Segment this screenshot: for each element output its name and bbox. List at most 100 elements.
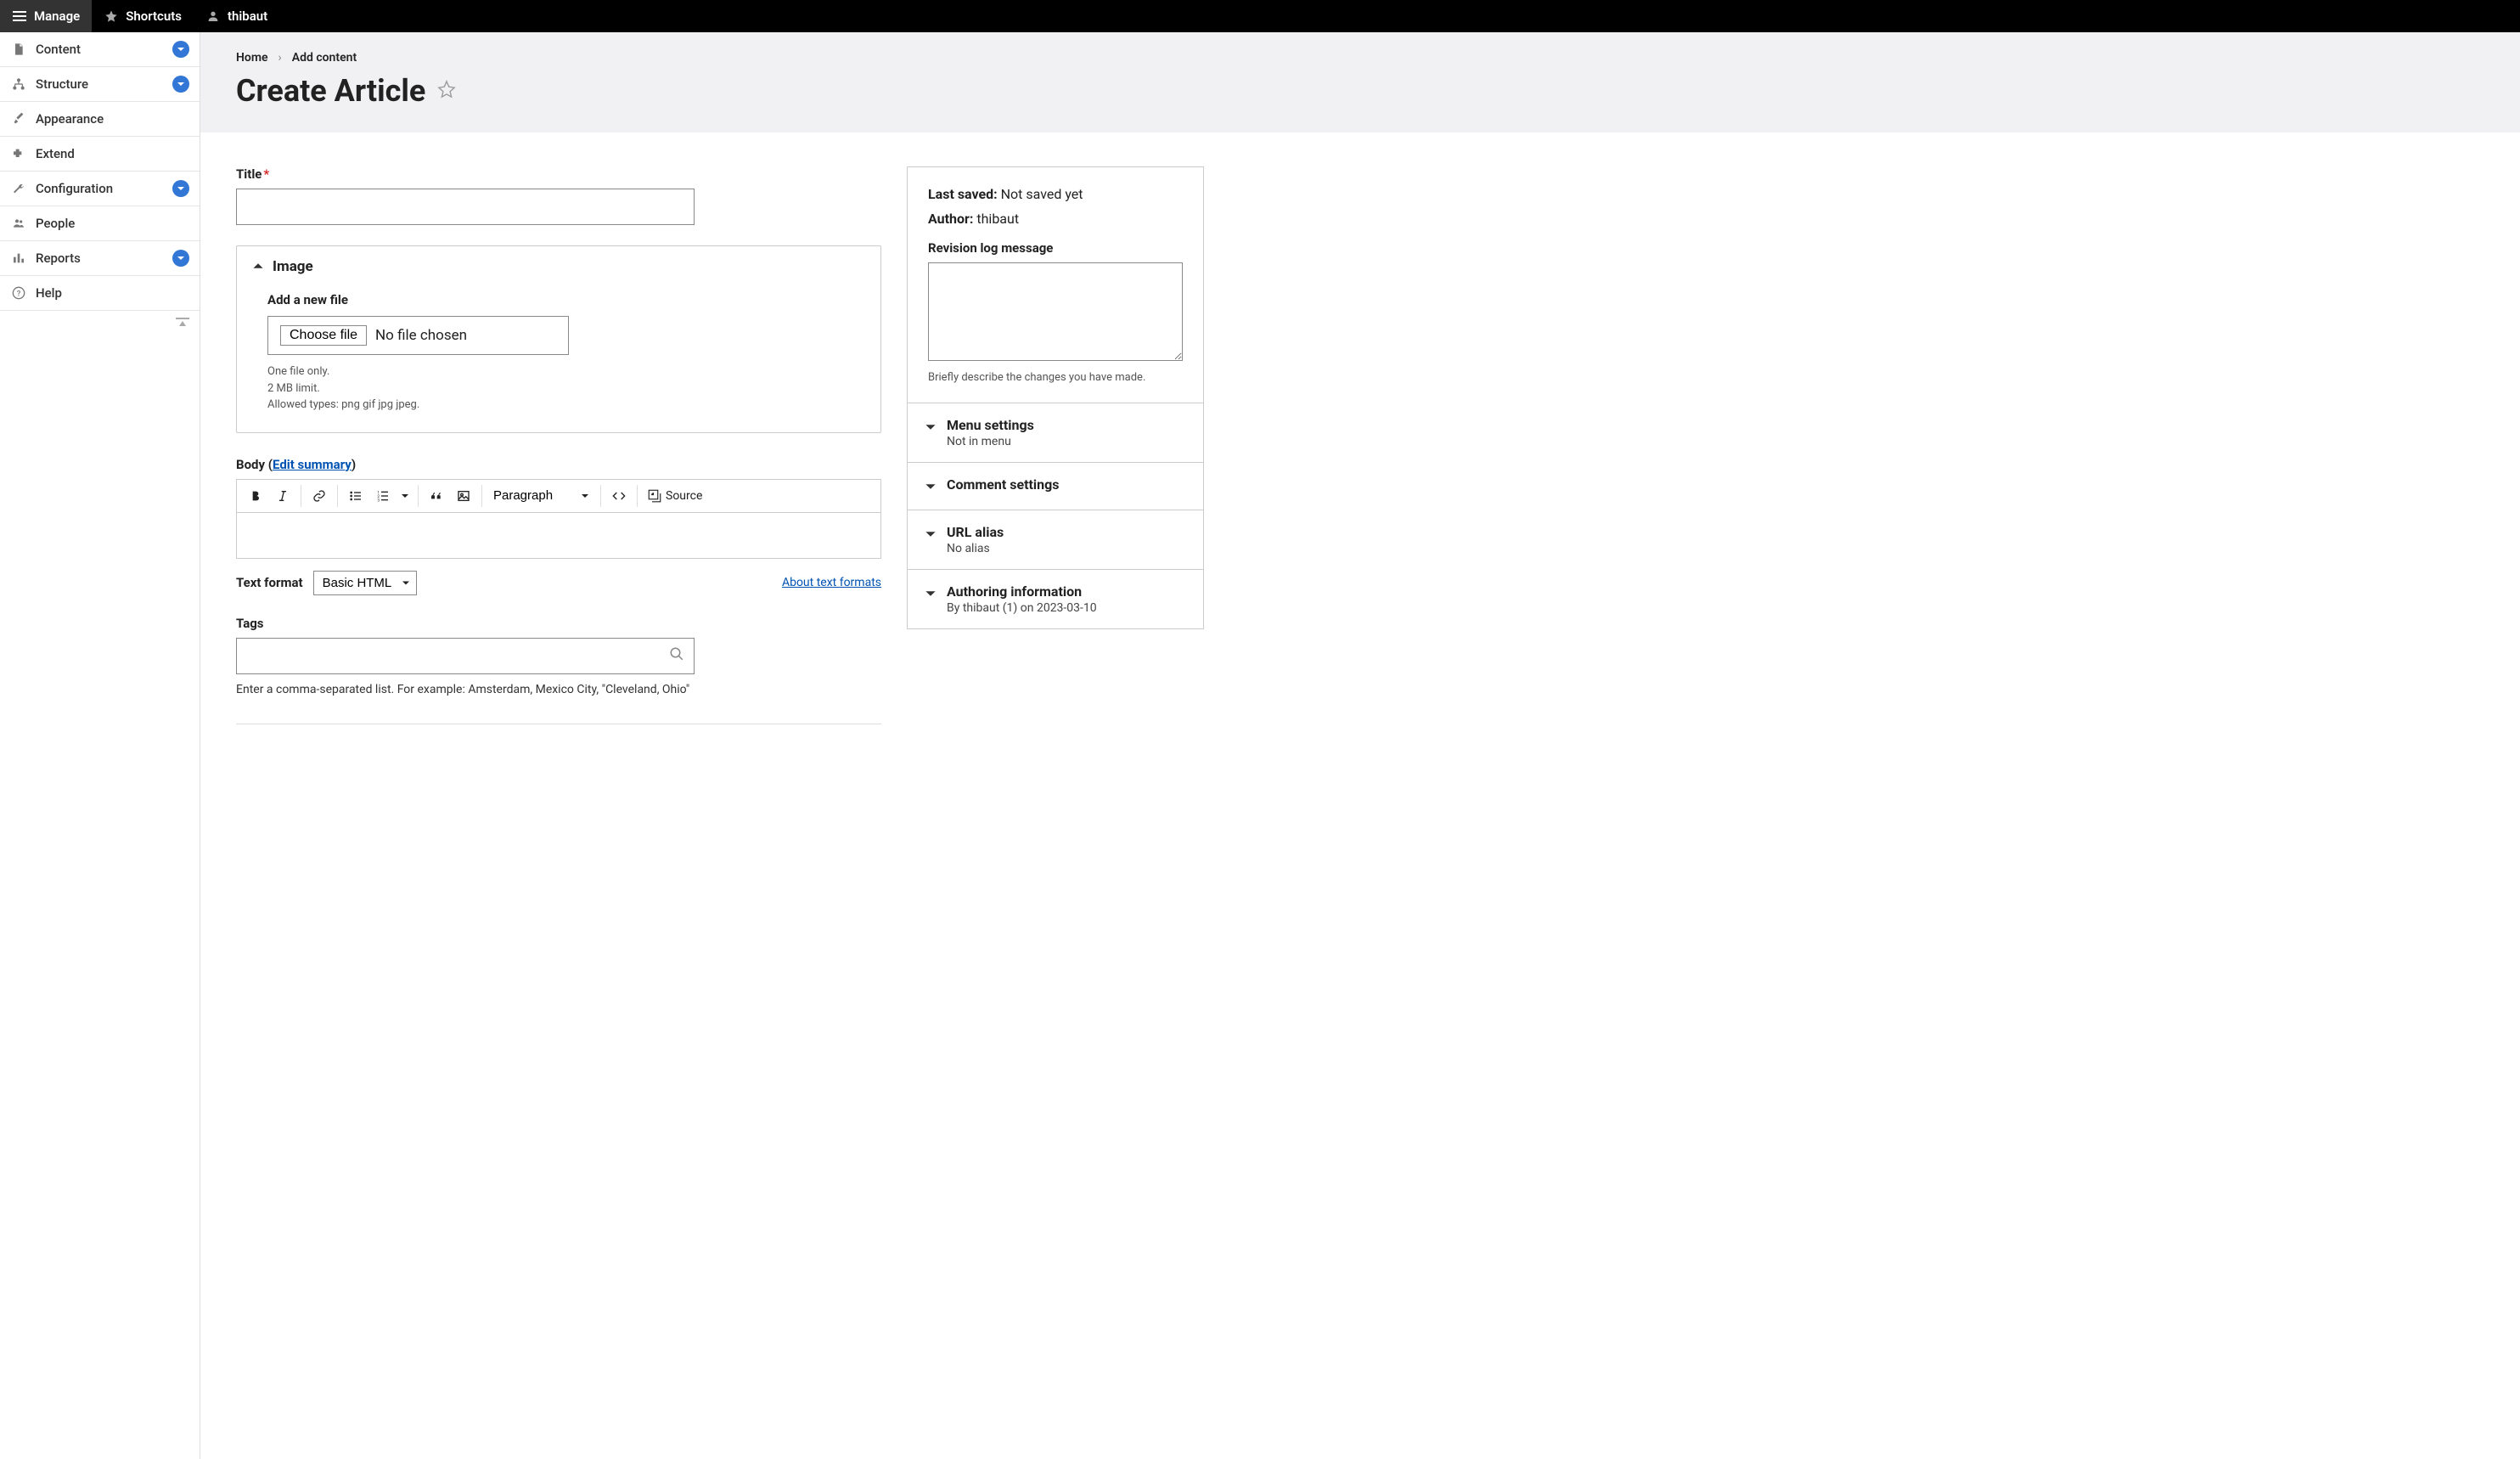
text-format-select-input[interactable]: Basic HTML: [313, 571, 417, 595]
main-region: Home › Add content Create Article Title*: [200, 32, 2520, 1459]
image-button[interactable]: [450, 483, 477, 509]
chevron-down-icon: [925, 527, 937, 544]
toolbar-separator: [418, 485, 419, 507]
toolbar-manage[interactable]: Manage: [0, 0, 92, 32]
sidebar-item-label: Appearance: [36, 111, 104, 127]
sidebar-item-help[interactable]: ? Help: [0, 276, 200, 311]
blockquote-button[interactable]: [423, 483, 450, 509]
chevron-down-icon[interactable]: [172, 76, 189, 93]
sidebar-item-appearance[interactable]: Appearance: [0, 102, 200, 137]
sidebar-item-reports[interactable]: Reports: [0, 241, 200, 276]
add-file-label: Add a new file: [267, 292, 850, 307]
toolbar-shortcuts[interactable]: Shortcuts: [92, 0, 194, 32]
accordion-title: Authoring information: [947, 583, 1097, 600]
last-saved-value: Not saved yet: [1001, 186, 1083, 202]
title-input[interactable]: [236, 189, 695, 225]
body-label-text: Body: [236, 457, 265, 472]
meta-box: Last saved: Not saved yet Author: thibau…: [907, 166, 1204, 403]
list-dropdown-button[interactable]: [397, 483, 413, 509]
author-value: thibaut: [976, 211, 1019, 227]
chevron-up-icon: [252, 259, 264, 275]
star-icon: [104, 8, 119, 24]
file-help-text: One file only. 2 MB limit. Allowed types…: [267, 363, 850, 414]
toolbar-manage-label: Manage: [34, 8, 80, 24]
text-format-select[interactable]: Basic HTML: [313, 571, 417, 595]
file-status-text: No file chosen: [375, 327, 467, 344]
admin-sidebar: Content Structure Appearance Extend Conf…: [0, 32, 200, 1459]
toolbar-separator: [600, 485, 601, 507]
source-label: Source: [666, 489, 702, 503]
heading-select[interactable]: Paragraph: [487, 485, 596, 506]
numbered-list-button[interactable]: 123: [369, 483, 397, 509]
text-format-label: Text format: [236, 575, 303, 590]
user-icon: [205, 8, 221, 24]
chevron-down-icon[interactable]: [172, 41, 189, 58]
tags-input[interactable]: [236, 638, 695, 674]
document-icon: [10, 41, 27, 58]
sidebar-item-configuration[interactable]: Configuration: [0, 172, 200, 206]
accordion-title: Comment settings: [947, 476, 1059, 493]
italic-button[interactable]: [269, 483, 296, 509]
file-input-wrap[interactable]: Choose file No file chosen: [267, 316, 569, 355]
about-text-formats-link[interactable]: About text formats: [782, 576, 881, 589]
sidebar-item-extend[interactable]: Extend: [0, 137, 200, 172]
title-label: Title*: [236, 166, 881, 182]
accordion-title: Menu settings: [947, 417, 1034, 433]
file-help-line: One file only.: [267, 363, 850, 380]
help-icon: ?: [10, 284, 27, 301]
accordion-subtitle: Not in menu: [947, 435, 1034, 448]
accordion-url-alias[interactable]: URL alias No alias: [907, 510, 1204, 570]
sidebar-item-people[interactable]: People: [0, 206, 200, 241]
edit-summary-link[interactable]: Edit summary: [273, 457, 352, 472]
chevron-down-icon[interactable]: [172, 180, 189, 197]
chevron-down-icon[interactable]: [172, 250, 189, 267]
toolbar-shortcuts-label: Shortcuts: [126, 8, 182, 24]
sidebar-collapse-button[interactable]: [0, 311, 200, 335]
body-label: Body (Edit summary): [236, 457, 881, 472]
page-title: Create Article: [236, 73, 425, 109]
image-fieldset: Image Add a new file Choose file No file…: [236, 245, 881, 433]
sidebar-item-label: People: [36, 216, 75, 231]
image-summary[interactable]: Image: [237, 246, 880, 287]
heading-select-input[interactable]: Paragraph: [487, 485, 596, 506]
accordion-comment-settings[interactable]: Comment settings: [907, 463, 1204, 510]
toolbar-separator: [337, 485, 338, 507]
bold-button[interactable]: [242, 483, 269, 509]
author-label: Author:: [928, 211, 973, 227]
breadcrumb-home[interactable]: Home: [236, 51, 268, 65]
editor-textarea[interactable]: [236, 513, 881, 559]
page-header: Home › Add content Create Article: [200, 32, 2520, 132]
accordion-authoring-info[interactable]: Authoring information By thibaut (1) on …: [907, 570, 1204, 629]
choose-file-button[interactable]: Choose file: [280, 325, 367, 346]
star-outline-icon[interactable]: [437, 80, 456, 102]
sidebar-item-label: Reports: [36, 251, 81, 266]
link-button[interactable]: [306, 483, 333, 509]
toolbar-separator: [481, 485, 482, 507]
wrench-icon: [10, 180, 27, 197]
search-icon: [669, 646, 684, 665]
accordion-menu-settings[interactable]: Menu settings Not in menu: [907, 403, 1204, 463]
sidebar-item-label: Extend: [36, 146, 75, 161]
toolbar-separator: [637, 485, 638, 507]
sidebar-item-content[interactable]: Content: [0, 32, 200, 67]
chevron-down-icon: [925, 480, 937, 496]
source-button[interactable]: Source: [642, 483, 707, 509]
bullet-list-button[interactable]: [342, 483, 369, 509]
file-help-line: 2 MB limit.: [267, 380, 850, 397]
editor-toolbar: 123 Paragraph: [236, 479, 881, 513]
accordion-subtitle: No alias: [947, 542, 1004, 555]
sidebar-item-label: Content: [36, 42, 81, 57]
accordion-subtitle: By thibaut (1) on 2023-03-10: [947, 601, 1097, 615]
breadcrumb-add-content[interactable]: Add content: [292, 51, 357, 65]
code-button[interactable]: [605, 483, 633, 509]
toolbar-user[interactable]: thibaut: [194, 0, 279, 32]
image-legend: Image: [273, 258, 313, 275]
chevron-down-icon: [925, 420, 937, 437]
last-saved: Last saved: Not saved yet: [928, 186, 1183, 202]
sidebar-item-structure[interactable]: Structure: [0, 67, 200, 102]
paintbrush-icon: [10, 110, 27, 127]
admin-toolbar: Manage Shortcuts thibaut: [0, 0, 2520, 32]
sidebar-item-label: Structure: [36, 76, 88, 92]
revision-log-textarea[interactable]: [928, 262, 1183, 361]
author: Author: thibaut: [928, 211, 1183, 227]
